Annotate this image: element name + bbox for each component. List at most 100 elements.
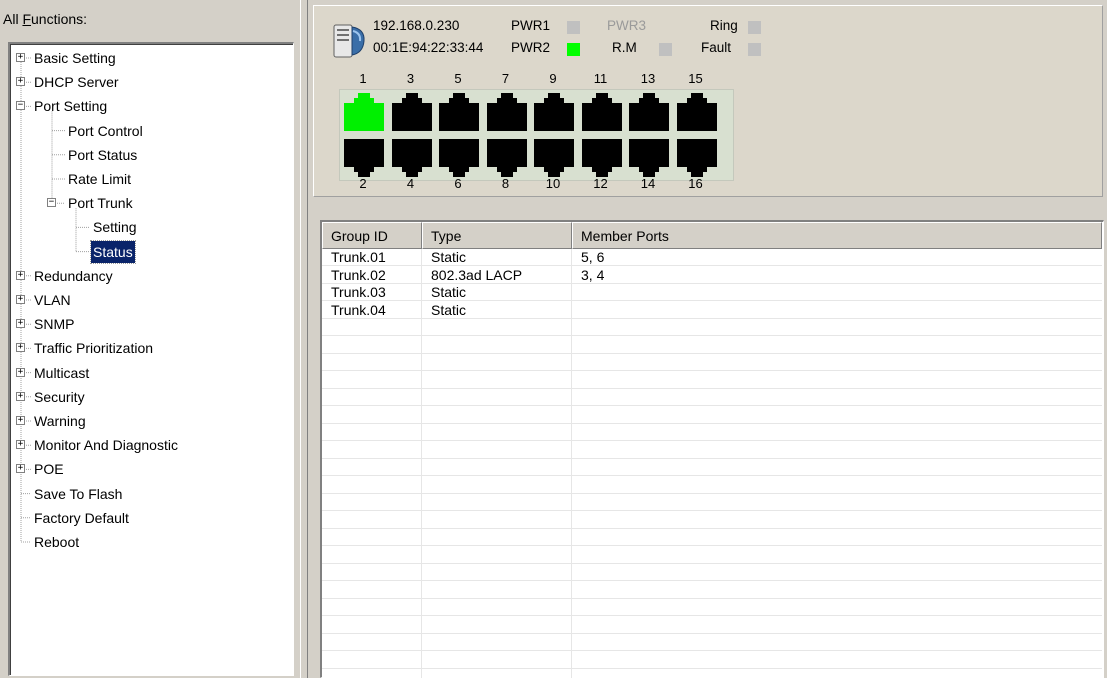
port-14-icon[interactable]: [629, 139, 669, 180]
tree-item-label: DHCP Server: [34, 74, 119, 91]
fault-led-icon: [748, 43, 761, 56]
port-number-label: 8: [501, 176, 510, 191]
port-15-icon[interactable]: [676, 93, 717, 134]
ring-led-icon: [748, 21, 761, 34]
column-header-member-ports[interactable]: Member Ports: [572, 222, 1102, 249]
port-10-icon[interactable]: [534, 139, 574, 180]
pwr1-label: PWR1: [511, 18, 551, 33]
column-divider: [571, 249, 572, 678]
pwr3-label: PWR3: [607, 18, 647, 33]
table-row: [322, 582, 1102, 599]
expand-plus-icon[interactable]: +: [16, 391, 25, 401]
tree-item-label: Port Setting: [34, 98, 108, 115]
table-cell: 3, 4: [581, 266, 605, 283]
table-header: Group ID Type Member Ports: [322, 222, 1102, 249]
tree-item-label: VLAN: [34, 292, 71, 308]
table-row: [322, 407, 1102, 424]
port-2-icon[interactable]: [344, 139, 384, 180]
port-5-icon[interactable]: [439, 93, 479, 134]
expand-plus-icon[interactable]: +: [16, 464, 25, 474]
port-1-icon[interactable]: [344, 93, 384, 134]
port-number-label: 12: [593, 176, 608, 191]
all-functions-label-rest: unctions:: [31, 11, 88, 27]
port-16-icon[interactable]: [676, 139, 717, 180]
tree-item-label: Port Control: [68, 122, 143, 139]
port-9-icon[interactable]: [534, 93, 574, 134]
column-header-type[interactable]: Type: [422, 222, 572, 249]
function-tree[interactable]: + Basic Setting + DHCP Server − Port Setting P…: [8, 42, 294, 676]
collapse-minus-icon[interactable]: −: [16, 101, 25, 111]
table-row: [322, 599, 1102, 616]
all-functions-label: All Functions:: [3, 11, 87, 27]
table-row: [322, 337, 1102, 354]
table-row: [322, 319, 1102, 336]
tree-item-label: Redundancy: [34, 267, 113, 284]
port-12-icon[interactable]: [581, 139, 622, 180]
port-number-label: 2: [359, 176, 367, 191]
table-row[interactable]: Trunk.03 Static: [322, 284, 1102, 301]
table-cell: 5, 6: [581, 249, 605, 265]
fault-label: Fault: [701, 40, 732, 55]
port-number-label: 9: [549, 71, 557, 86]
port-number-label: 4: [406, 176, 415, 191]
table-row: [322, 634, 1102, 651]
all-functions-label-accel: F: [22, 11, 32, 27]
table-cell: Static: [431, 284, 467, 300]
table-row: [322, 547, 1102, 564]
port-number-label: 16: [688, 176, 703, 191]
table-cell: Static: [431, 249, 467, 265]
table-row[interactable]: Trunk.01 Static 5, 6: [322, 249, 1102, 266]
table-row[interactable]: Trunk.04 Static: [322, 302, 1102, 319]
tree-item-label: POE: [34, 461, 64, 478]
table-row: [322, 372, 1102, 389]
expand-plus-icon[interactable]: +: [16, 77, 25, 87]
tree-item-label: Monitor And Diagnostic: [34, 437, 178, 454]
expand-plus-icon[interactable]: +: [16, 270, 25, 280]
tree-item-label: Traffic Prioritization: [34, 340, 154, 357]
port-11-icon[interactable]: [581, 93, 622, 134]
table-row: [322, 564, 1102, 581]
expand-plus-icon[interactable]: +: [16, 367, 25, 377]
port-number-label: 15: [688, 71, 703, 86]
table-row: [322, 442, 1102, 459]
port-8-icon[interactable]: [486, 139, 527, 180]
ring-label: Ring: [710, 18, 738, 33]
table-body[interactable]: Trunk.01 Static 5, 6 Trunk.02 802.3ad LACP 3,…: [322, 249, 1102, 678]
expand-plus-icon[interactable]: +: [16, 343, 25, 353]
port-number-label: 1: [359, 71, 367, 86]
collapse-minus-icon[interactable]: −: [47, 198, 56, 208]
table-row: [322, 494, 1102, 511]
port-number-label: 14: [640, 176, 656, 191]
tree-item-label: Rate Limit: [68, 171, 132, 187]
expand-plus-icon[interactable]: +: [16, 295, 25, 304]
port-number-label: 11: [593, 71, 608, 86]
table-row: [322, 529, 1102, 546]
expand-plus-icon[interactable]: +: [16, 53, 25, 62]
port-panel: [339, 89, 734, 181]
device-status-panel: 192.168.0.230 00:1E:94:22:33:44 PWR1 PWR…: [310, 0, 1107, 200]
table-row: [322, 459, 1102, 476]
port-4-icon[interactable]: [391, 139, 432, 180]
port-3-icon[interactable]: [391, 93, 432, 134]
splitter[interactable]: [300, 0, 308, 678]
table-row[interactable]: Trunk.02 802.3ad LACP 3, 4: [322, 267, 1102, 284]
tree-item-label: Reboot: [34, 534, 80, 550]
port-6-icon[interactable]: [439, 139, 479, 180]
expand-plus-icon[interactable]: +: [16, 319, 25, 329]
port-number-label: 6: [454, 176, 462, 191]
expand-plus-icon[interactable]: +: [16, 416, 25, 425]
functions-panel: All Functions: + Basic Setting + DHCP Serve…: [0, 0, 300, 678]
tree-item-label: Security: [34, 388, 85, 405]
pwr1-led-icon: [567, 21, 580, 34]
table-cell: Trunk.04: [331, 301, 386, 318]
rm-led-icon: [659, 43, 672, 56]
tree-item-label: SNMP: [34, 316, 75, 333]
port-number-label: 3: [406, 71, 415, 86]
table-row: [322, 424, 1102, 441]
column-divider: [421, 249, 422, 678]
expand-plus-icon[interactable]: +: [16, 440, 25, 450]
column-header-group-id[interactable]: Group ID: [322, 222, 422, 249]
port-13-icon[interactable]: [629, 93, 669, 134]
tree-item-label: Setting: [93, 219, 137, 236]
port-7-icon[interactable]: [486, 93, 527, 134]
